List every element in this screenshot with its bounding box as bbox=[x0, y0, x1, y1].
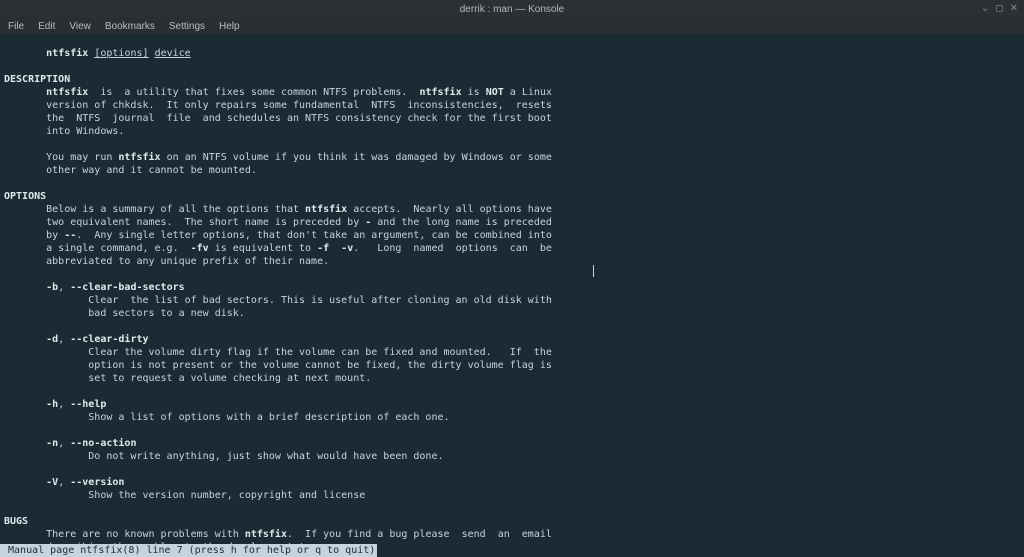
menu-settings[interactable]: Settings bbox=[169, 20, 205, 33]
menu-edit[interactable]: Edit bbox=[38, 20, 55, 33]
maximize-icon[interactable]: ◻ bbox=[995, 2, 1003, 15]
section-bugs: BUGS bbox=[4, 516, 28, 527]
section-description: DESCRIPTION bbox=[4, 74, 70, 85]
menu-file[interactable]: File bbox=[8, 20, 24, 33]
menu-view[interactable]: View bbox=[69, 20, 91, 33]
man-page-content: ntfsfix [options] device DESCRIPTION ntf… bbox=[4, 47, 1024, 557]
minimize-icon[interactable]: ⌄ bbox=[981, 2, 989, 15]
section-options: OPTIONS bbox=[4, 191, 46, 202]
pager-status-line: Manual page ntfsfix(8) line 7 (press h f… bbox=[0, 544, 377, 557]
window-controls: ⌄ ◻ ✕ bbox=[981, 2, 1018, 15]
menu-help[interactable]: Help bbox=[219, 20, 240, 33]
text-cursor-icon bbox=[593, 265, 594, 277]
menu-bar: File Edit View Bookmarks Settings Help bbox=[0, 18, 1024, 34]
close-icon[interactable]: ✕ bbox=[1010, 2, 1018, 15]
window-title: derrik : man — Konsole bbox=[460, 3, 565, 16]
terminal-viewport[interactable]: ntfsfix [options] device DESCRIPTION ntf… bbox=[0, 34, 1024, 557]
window-titlebar: derrik : man — Konsole ⌄ ◻ ✕ bbox=[0, 0, 1024, 18]
menu-bookmarks[interactable]: Bookmarks bbox=[105, 20, 155, 33]
